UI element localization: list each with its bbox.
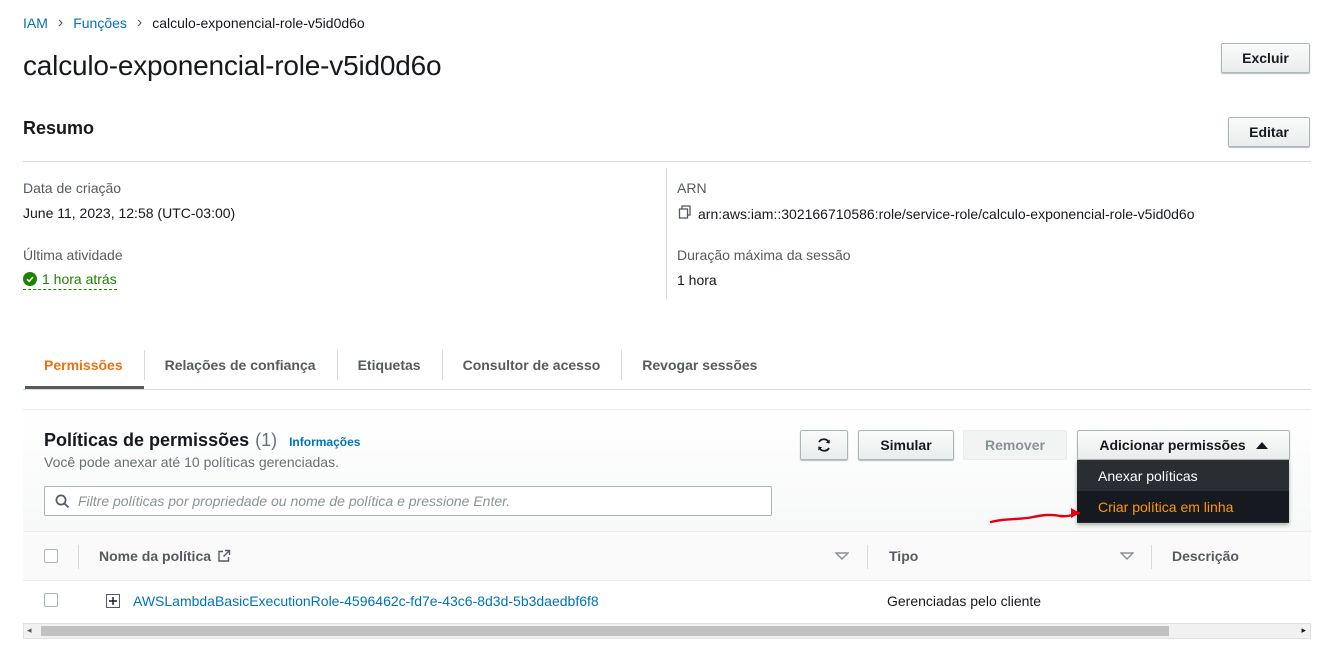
policy-name-link[interactable]: AWSLambdaBasicExecutionRole-4596462c-fd7… — [133, 593, 599, 609]
simulate-button[interactable]: Simular — [858, 430, 954, 460]
policy-search — [44, 486, 772, 516]
max-session-label: Duração máxima da sessão — [677, 247, 851, 263]
tab-trust-relationships[interactable]: Relações de confiança — [143, 345, 337, 385]
scroll-left-icon[interactable]: ◂ — [27, 625, 32, 636]
summary-title: Resumo — [23, 118, 95, 138]
active-tab-indicator — [25, 386, 144, 389]
summary-divider — [23, 161, 1311, 162]
policies-heading: Políticas de permissões (1) Informações — [44, 430, 360, 451]
creation-date-label: Data de criação — [23, 180, 122, 196]
external-link-icon — [218, 549, 231, 562]
sort-icon[interactable] — [835, 532, 849, 580]
column-divider — [867, 545, 868, 569]
breadcrumb-current: calculo-exponencial-role-v5id0d6o — [152, 15, 365, 31]
search-icon — [55, 494, 70, 508]
scrollbar-thumb[interactable] — [41, 626, 1169, 636]
last-activity-value: 1 hora atrás — [42, 271, 117, 287]
breadcrumb-roles-link[interactable]: Funções — [73, 15, 127, 31]
menu-item-create-inline-policy[interactable]: Criar política em linha — [1077, 491, 1289, 522]
last-activity-label: Última atividade — [23, 247, 123, 263]
scroll-right-icon[interactable]: ▸ — [1301, 625, 1306, 636]
arn-row: arn:aws:iam::302166710586:role/service-r… — [678, 205, 1195, 222]
refresh-icon — [818, 438, 830, 452]
column-type[interactable]: Tipo — [889, 532, 918, 580]
copy-icon[interactable] — [678, 205, 692, 222]
column-policy-name-label: Nome da política — [99, 548, 212, 564]
table-row: AWSLambdaBasicExecutionRole-4596462c-fd7… — [23, 581, 1311, 623]
add-permissions-menu: Anexar políticas Criar política em linha — [1077, 460, 1289, 523]
arn-value: arn:aws:iam::302166710586:role/service-r… — [698, 205, 1195, 222]
policy-search-input[interactable] — [78, 493, 771, 509]
policies-subtitle: Você pode anexar até 10 políticas gerenc… — [44, 454, 339, 470]
policies-table-header: Nome da política Tipo Descrição — [23, 531, 1311, 581]
check-circle-icon — [23, 272, 37, 286]
policies-count: (1) — [255, 430, 278, 450]
policy-type: Gerenciadas pelo cliente — [887, 593, 1042, 609]
expand-icon[interactable] — [106, 594, 120, 608]
breadcrumb: IAM › Funções › calculo-exponencial-role… — [23, 14, 365, 32]
column-divider — [1151, 545, 1152, 569]
delete-button[interactable]: Excluir — [1221, 43, 1310, 73]
column-policy-name[interactable]: Nome da política — [99, 532, 231, 580]
tab-revoke-sessions[interactable]: Revogar sessões — [621, 345, 778, 385]
tab-access-advisor[interactable]: Consultor de acesso — [441, 345, 622, 385]
tab-tags[interactable]: Etiquetas — [336, 345, 442, 385]
add-permissions-button[interactable]: Adicionar permissões — [1077, 430, 1290, 460]
policies-info-link[interactable]: Informações — [289, 435, 360, 449]
select-all-checkbox[interactable] — [44, 549, 58, 563]
menu-item-attach-policies[interactable]: Anexar políticas — [1077, 460, 1289, 491]
column-description[interactable]: Descrição — [1172, 532, 1239, 580]
select-all-cell — [44, 532, 58, 580]
chevron-right-icon: › — [136, 14, 143, 31]
refresh-button[interactable] — [800, 430, 848, 460]
page-title: calculo-exponencial-role-v5id0d6o — [23, 50, 442, 81]
max-session-value: 1 hora — [677, 272, 717, 288]
row-checkbox[interactable] — [44, 593, 58, 607]
breadcrumb-iam-link[interactable]: IAM — [23, 15, 48, 31]
add-permissions-label: Adicionar permissões — [1099, 437, 1246, 453]
annotation-arrow — [989, 508, 1081, 524]
policies-title: Políticas de permissões — [44, 430, 250, 450]
remove-button[interactable]: Remover — [963, 430, 1067, 460]
caret-up-icon — [1255, 442, 1268, 449]
last-activity-status[interactable]: 1 hora atrás — [23, 271, 117, 290]
tab-permissions[interactable]: Permissões — [23, 345, 144, 385]
column-divider — [78, 545, 79, 569]
edit-button[interactable]: Editar — [1228, 117, 1310, 147]
summary-column-divider — [666, 168, 667, 299]
arn-label: ARN — [677, 180, 707, 196]
creation-date-value: June 11, 2023, 12:58 (UTC-03:00) — [23, 205, 236, 221]
horizontal-scrollbar[interactable]: ◂ ▸ — [23, 623, 1311, 639]
chevron-right-icon: › — [57, 14, 64, 31]
sort-icon[interactable] — [1120, 532, 1134, 580]
tab-bar: Permissões Relações de confiança Etiquet… — [23, 340, 1311, 390]
